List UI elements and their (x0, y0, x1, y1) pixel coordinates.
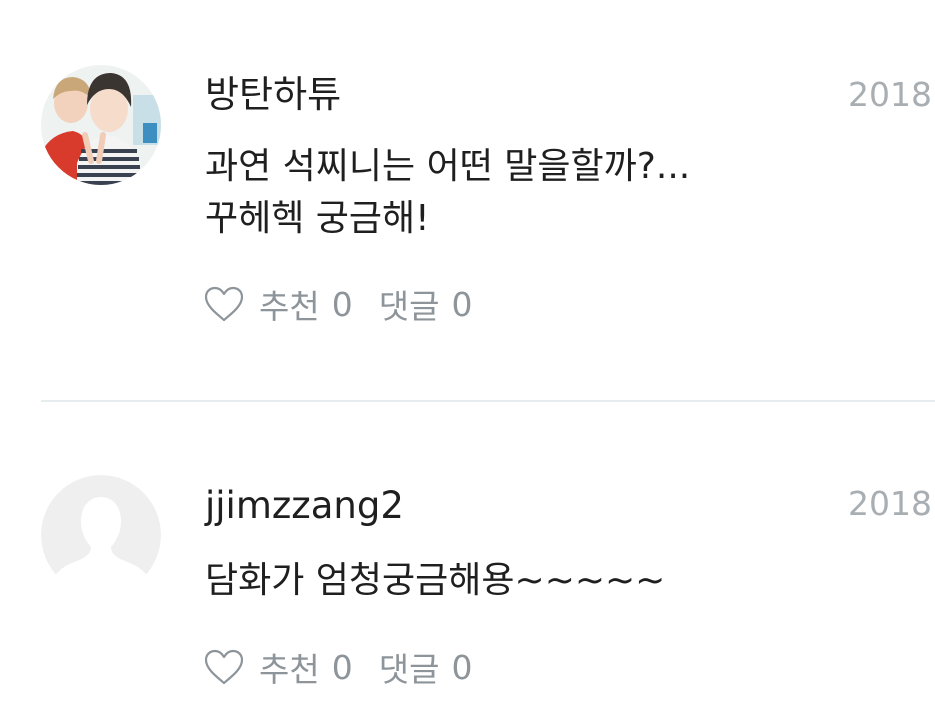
comment-author[interactable]: jjimzzang2 (205, 487, 404, 524)
heart-outline-icon[interactable] (203, 648, 245, 686)
comment-item: 방탄하튜 2018. 과연 석찌니는 어떤 말을할까?... 꾸헤헥 궁금해! … (0, 0, 935, 400)
heart-outline-icon[interactable] (203, 285, 245, 323)
comment-body-line: 꾸헤헥 궁금해! (205, 198, 430, 239)
like-label[interactable]: 추천 (259, 643, 320, 691)
reply-count: 0 (451, 284, 473, 324)
comment-item: jjimzzang2 2018. 담화가 엄청궁금해용~~~~~ 추천 0 댓글… (0, 403, 935, 701)
like-label[interactable]: 추천 (259, 280, 320, 328)
avatar[interactable] (41, 475, 161, 595)
comment-actions: 추천 0 댓글 0 (203, 282, 472, 326)
profile-photo (41, 65, 161, 185)
like-count: 0 (331, 284, 353, 324)
divider (41, 400, 935, 402)
like-count: 0 (331, 647, 353, 687)
comment-date: 2018. (848, 75, 935, 114)
comment-body-line: 담화가 엄청궁금해용~~~~~ (205, 560, 666, 601)
reply-label[interactable]: 댓글 (379, 280, 440, 328)
avatar[interactable] (41, 65, 161, 185)
comment-actions: 추천 0 댓글 0 (203, 645, 472, 689)
reply-count: 0 (451, 647, 473, 687)
comment-author[interactable]: 방탄하튜 (205, 76, 341, 113)
comment-body-line: 과연 석찌니는 어떤 말을할까?... (205, 146, 691, 187)
reply-label[interactable]: 댓글 (379, 643, 440, 691)
comment-list: 방탄하튜 2018. 과연 석찌니는 어떤 말을할까?... 꾸헤헥 궁금해! … (0, 0, 935, 701)
comment-body: 담화가 엄청궁금해용~~~~~ (205, 555, 665, 607)
comment-body: 과연 석찌니는 어떤 말을할까?... 꾸헤헥 궁금해! (205, 141, 690, 245)
comment-date: 2018. (848, 484, 935, 523)
person-silhouette-icon (41, 475, 161, 595)
